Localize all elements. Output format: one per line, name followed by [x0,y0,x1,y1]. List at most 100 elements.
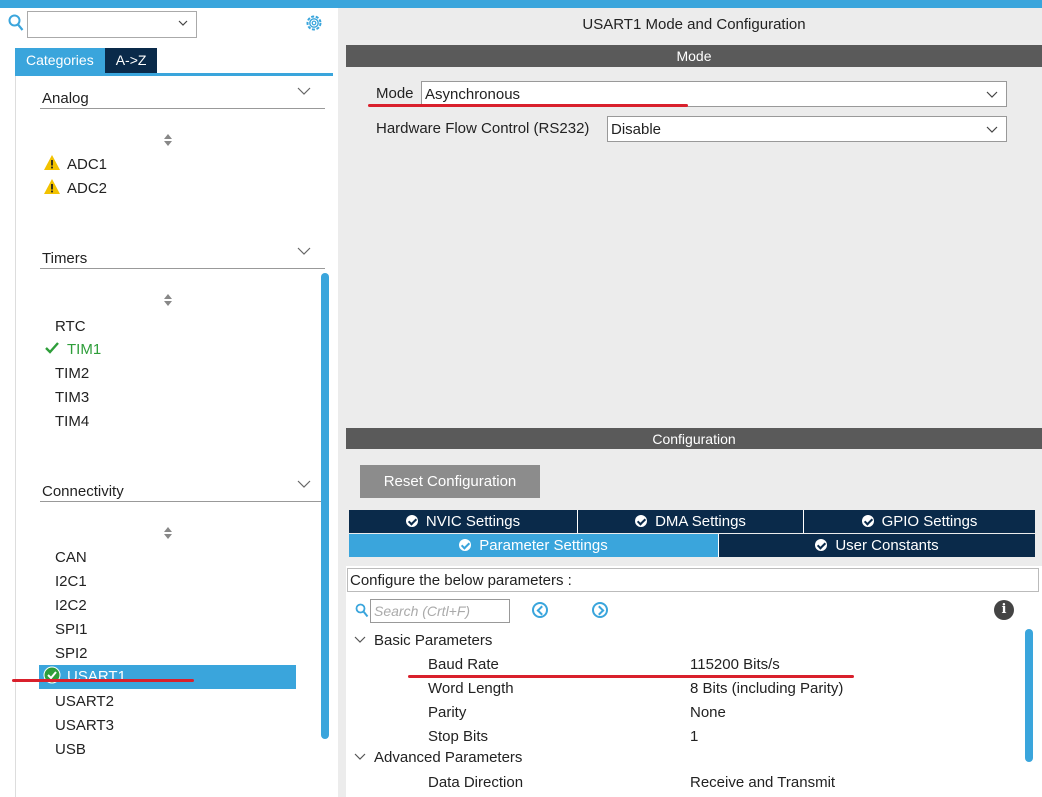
check-circle-icon [405,515,418,527]
param-name: Data Direction [428,774,524,791]
info-icon[interactable]: i [994,600,1014,620]
parameter-scrollbar[interactable] [1025,629,1033,762]
tab-parameter-settings[interactable]: Parameter Settings [349,534,719,557]
param-name: Word Length [428,680,514,697]
tab-user-constants[interactable]: User Constants [719,534,1035,557]
param-value[interactable]: 1 [690,728,698,745]
reset-configuration-button[interactable]: Reset Configuration [360,465,540,498]
hint-text: Configure the below parameters : [347,568,1039,592]
mode-label: Mode [376,85,414,102]
check-icon [45,342,59,354]
param-name: Parity [428,704,467,721]
list-item-spi2[interactable]: SPI2 [39,642,319,666]
panel-splitter[interactable] [338,8,346,797]
check-circle-icon [459,539,472,551]
category-tabs: Categories A->Z [15,48,158,73]
section-header-connectivity[interactable]: Connectivity [40,472,325,502]
configuration-section-bar: Configuration [346,428,1042,450]
item-label: USART1 [67,668,126,685]
mode-configuration-panel: USART1 Mode and Configuration Mode Mode … [346,8,1042,797]
chevron-down-icon [354,636,366,643]
list-item-tim1[interactable]: TIM1 [39,338,319,362]
mode-section-bar: Mode [346,45,1042,67]
list-item-adc1[interactable]: ADC1 [39,153,319,177]
list-item-adc2[interactable]: ADC2 [39,177,319,201]
search-icon [355,603,369,618]
list-item-usb[interactable]: USB [39,738,319,762]
param-value[interactable]: 8 Bits (including Parity) [690,680,843,697]
section-header-timers[interactable]: Timers [40,239,325,269]
item-label: ADC2 [67,180,108,197]
list-item-i2c1[interactable]: I2C1 [39,570,319,594]
param-value[interactable]: 115200 Bits/s [690,656,780,673]
warning-icon [44,155,60,170]
chevron-down-icon [178,20,188,26]
parameter-panel: Configure the below parameters : Search … [346,566,1042,797]
gear-icon[interactable] [304,13,324,33]
warning-icon [44,179,60,194]
check-circle-icon [861,515,874,527]
list-item-usart1[interactable]: USART1 [39,665,296,689]
sort-icon[interactable] [163,133,173,147]
tab-dma-settings[interactable]: DMA Settings [578,510,804,533]
flow-control-value: Disable [611,121,662,138]
list-item-i2c2[interactable]: I2C2 [39,594,319,618]
chevron-down-icon [297,87,311,95]
list-item-tim2[interactable]: TIM2 [39,362,319,386]
top-accent-bar [0,0,1042,8]
tab-label: DMA Settings [655,513,746,530]
flow-control-select[interactable]: Disable [607,116,1007,142]
chevron-down-icon [297,480,311,488]
param-row-stop-bits[interactable]: Stop Bits 1 [346,725,1042,749]
flow-control-label: Hardware Flow Control (RS232) [376,120,590,137]
category-search-combo[interactable] [27,11,197,38]
search-icon[interactable] [8,14,24,32]
tab-categories[interactable]: Categories [15,48,105,73]
parameter-search-input[interactable]: Search (Crtl+F) [370,599,510,623]
annotation-underline [368,104,688,107]
param-row-parity[interactable]: Parity None [346,701,1042,725]
group-label: Basic Parameters [374,632,493,649]
list-item-tim4[interactable]: TIM4 [39,410,319,434]
tab-nvic-settings[interactable]: NVIC Settings [349,510,578,533]
check-circle-icon [635,515,648,527]
param-row-data-direction[interactable]: Data Direction Receive and Transmit [346,771,1042,795]
list-item-usart2[interactable]: USART2 [39,690,319,714]
param-row-baud-rate[interactable]: Baud Rate 115200 Bits/s [346,653,1042,677]
configuration-area: Reset Configuration NVIC Settings DMA Se… [346,449,1042,797]
list-item-spi1[interactable]: SPI1 [39,618,319,642]
section-label: Connectivity [42,483,124,500]
tab-label: NVIC Settings [425,513,521,530]
group-advanced-parameters[interactable]: Advanced Parameters [354,749,522,766]
group-basic-parameters[interactable]: Basic Parameters [354,632,492,649]
sort-icon[interactable] [163,293,173,307]
param-value[interactable]: Receive and Transmit [690,774,835,791]
section-header-analog[interactable]: Analog [40,79,325,109]
tab-a-z[interactable]: A->Z [104,48,158,73]
chevron-down-icon [986,91,998,98]
list-item-rtc[interactable]: RTC [39,315,319,339]
chevron-down-icon [354,753,366,760]
mode-area: Mode Asynchronous Hardware Flow Control … [346,68,1042,428]
sort-icon[interactable] [163,526,173,540]
param-row-word-length[interactable]: Word Length 8 Bits (including Parity) [346,677,1042,701]
tab-label: GPIO Settings [881,513,978,530]
list-item-tim3[interactable]: TIM3 [39,386,319,410]
param-name: Stop Bits [428,728,489,745]
tab-gpio-settings[interactable]: GPIO Settings [804,510,1035,533]
check-circle-icon [815,539,828,551]
param-name: Baud Rate [428,656,499,673]
group-label: Advanced Parameters [374,749,523,766]
mode-value: Asynchronous [425,86,521,103]
list-item-can[interactable]: CAN [39,546,319,570]
category-list: Analog ADC1 ADC2 Timers RTC TIM1 TIM2 TI… [15,76,333,797]
tab-label: Parameter Settings [479,537,608,554]
annotation-underline [12,679,194,682]
next-match-icon[interactable] [592,602,608,618]
item-label: ADC1 [67,156,108,173]
param-value[interactable]: None [690,704,726,721]
list-item-usart3[interactable]: USART3 [39,714,319,738]
categories-panel: Categories A->Z Analog ADC1 ADC2 Timers … [0,8,338,797]
category-scrollbar[interactable] [321,273,329,739]
previous-match-icon[interactable] [532,602,548,618]
